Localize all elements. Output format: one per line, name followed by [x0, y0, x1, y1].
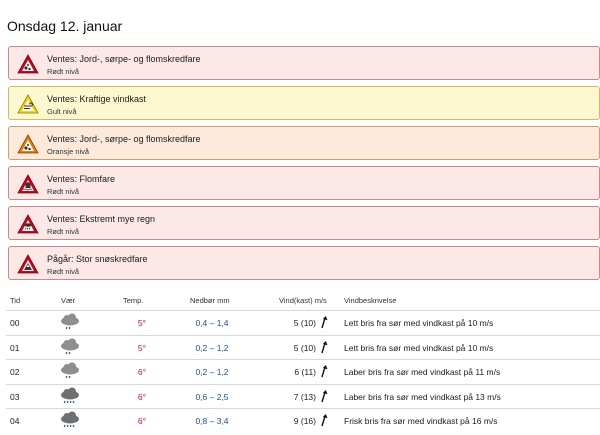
header-weather: Vær: [61, 296, 76, 305]
warning-title: Ventes: Flomfare: [47, 174, 116, 184]
warning-item[interactable]: Ventes: Flomfare Rødt nivå: [8, 166, 600, 200]
flood-warning-icon: [17, 174, 39, 194]
table-header: Tid Vær Temp. Nedbør mm Vind(kast) m/s V…: [6, 290, 600, 311]
table-row[interactable]: 01 5° 0,2 – 1,2 5 (10) Lett bris fra sør…: [6, 336, 600, 360]
table-row[interactable]: 04 6° 0,8 – 3,4 9 (16) Frisk bris fra sø…: [6, 409, 600, 433]
wind-arrow-icon: [321, 340, 328, 353]
cloud-rain-icon: [61, 362, 79, 379]
warning-title: Pågår: Stor snøskredfare: [47, 254, 148, 264]
warning-item[interactable]: Ventes: Jord-, sørpe- og flomskredfare O…: [8, 126, 600, 160]
cell-time: 00: [10, 318, 20, 328]
header-temp: Temp.: [123, 296, 144, 305]
header-desc: Vindbeskrivelse: [344, 296, 397, 305]
wind-arrow-icon: [321, 316, 328, 329]
cell-time: 03: [10, 391, 20, 402]
warning-level: Rødt nivå: [47, 187, 80, 196]
cell-temp: 5°: [137, 318, 146, 328]
cell-desc: Lett bris fra sør med vindkast på 10 m/s: [344, 342, 494, 353]
rain-warning-icon: [17, 214, 39, 234]
avalanche-warning-icon: [17, 254, 39, 274]
cell-precip: 0,2 – 1,2: [195, 342, 229, 353]
cell-temp: 6°: [137, 416, 146, 426]
warning-item[interactable]: Ventes: Ekstremt mye regn Rødt nivå: [8, 206, 600, 240]
warning-title: Ventes: Jord-, sørpe- og flomskredfare: [47, 54, 201, 64]
cell-wind: 9 (16): [293, 416, 316, 426]
hourly-forecast-table: Tid Vær Temp. Nedbør mm Vind(kast) m/s V…: [6, 290, 600, 433]
cell-time: 01: [10, 342, 20, 353]
warning-level: Gult nivå: [47, 107, 77, 116]
cell-desc: Frisk bris fra sør med vindkast på 16 m/…: [344, 416, 498, 426]
cell-temp: 5°: [137, 342, 146, 353]
wind-arrow-icon: [321, 365, 328, 378]
table-row[interactable]: 00 5° 0,4 – 1,4 5 (10) Lett bris fra sør…: [6, 311, 600, 336]
warning-item[interactable]: Ventes: Kraftige vindkast Gult nivå: [8, 86, 600, 120]
cell-desc: Lett bris fra sør med vindkast på 10 m/s: [344, 318, 494, 328]
cloud-heavy-rain-icon: [61, 387, 79, 403]
header-precip: Nedbør mm: [190, 296, 230, 305]
warning-level: Oransje nivå: [47, 147, 90, 156]
cell-time: 04: [10, 416, 20, 426]
warning-title: Ventes: Kraftige vindkast: [47, 94, 147, 104]
cell-temp: 6°: [137, 391, 146, 402]
warning-level: Rødt nivå: [47, 267, 80, 276]
warning-item[interactable]: Ventes: Jord-, sørpe- og flomskredfare R…: [8, 46, 600, 80]
cloud-rain-icon: [61, 313, 79, 330]
cell-precip: 0,8 – 3,4: [195, 416, 229, 426]
header-time: Tid: [10, 296, 21, 305]
warning-title: Ventes: Jord-, sørpe- og flomskredfare: [47, 134, 201, 144]
table-row[interactable]: 03 6° 0,6 – 2,5 7 (13) Laber bris fra sø…: [6, 385, 600, 409]
wind-warning-icon: [17, 94, 39, 114]
cell-wind: 7 (13): [293, 391, 316, 402]
table-row[interactable]: 02 6° 0,2 – 1,2 6 (11) Laber bris fra sø…: [6, 360, 600, 385]
warning-level: Rødt nivå: [47, 227, 80, 236]
warning-level: Rødt nivå: [47, 67, 80, 76]
cloud-heavy-rain-icon: [61, 411, 79, 428]
wind-arrow-icon: [321, 414, 328, 427]
cell-precip: 0,6 – 2,5: [195, 391, 229, 402]
landslide-warning-icon: [17, 134, 39, 154]
cell-time: 02: [10, 367, 20, 377]
header-wind: Vind(kast) m/s: [279, 296, 327, 305]
cell-wind: 5 (10): [293, 342, 316, 353]
day-title: Onsdag 12. januar: [7, 18, 123, 34]
cell-precip: 0,4 – 1,4: [195, 318, 229, 328]
warning-title: Ventes: Ekstremt mye regn: [47, 214, 156, 224]
landslide-warning-icon: [17, 54, 39, 74]
cell-desc: Laber bris fra sør med vindkast på 13 m/…: [344, 391, 501, 402]
warnings-list: Ventes: Jord-, sørpe- og flomskredfare R…: [8, 46, 600, 286]
warning-item[interactable]: Pågår: Stor snøskredfare Rødt nivå: [8, 246, 600, 280]
cell-wind: 6 (11): [294, 367, 316, 377]
cloud-rain-icon: [61, 338, 79, 354]
wind-arrow-icon: [321, 389, 328, 402]
cell-temp: 6°: [137, 367, 146, 377]
cell-precip: 0,2 – 1,2: [195, 367, 229, 377]
cell-wind: 5 (10): [293, 318, 316, 328]
cell-desc: Laber bris fra sør med vindkast på 11 m/…: [344, 367, 501, 377]
